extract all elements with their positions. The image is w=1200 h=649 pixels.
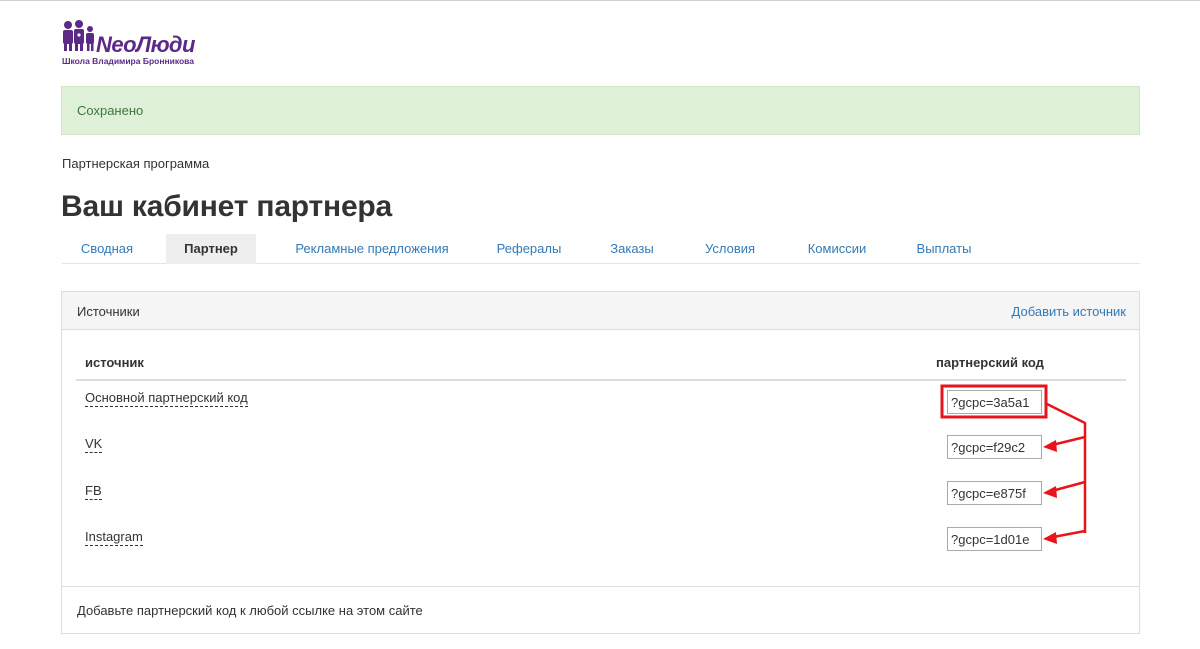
tab-ad-offers[interactable]: Рекламные предложения (272, 234, 472, 264)
tab-conditions[interactable]: Условия (690, 234, 770, 264)
partner-code-input-vk[interactable] (947, 435, 1042, 459)
table-header-divider (76, 379, 1126, 381)
source-link-vk[interactable]: VK (85, 436, 103, 453)
tab-summary[interactable]: Сводная (62, 234, 152, 264)
tab-bar: Сводная Партнер Рекламные предложения Ре… (62, 234, 1140, 264)
tab-orders[interactable]: Заказы (592, 234, 672, 264)
source-link-fb[interactable]: FB (85, 483, 102, 500)
top-border (0, 0, 1200, 1)
tab-payouts[interactable]: Выплаты (902, 234, 986, 264)
partner-code-input-main[interactable] (947, 390, 1042, 414)
breadcrumb[interactable]: Партнерская программа (62, 156, 209, 171)
column-header-source: источник (85, 355, 144, 370)
tab-referrals[interactable]: Рефералы (484, 234, 574, 264)
panel-footer-text: Добавьте партнерский код к любой ссылке … (77, 603, 423, 618)
page-title: Ваш кабинет партнера (61, 190, 393, 223)
panel-header: Источники Добавить источник (62, 292, 1139, 330)
tab-partner[interactable]: Партнер (166, 234, 256, 264)
panel-footer-divider (62, 586, 1139, 587)
success-alert: Сохранено (61, 86, 1140, 135)
partner-code-input-fb[interactable] (947, 481, 1042, 505)
sources-panel: Источники Добавить источник (61, 291, 1140, 634)
tab-commissions[interactable]: Комиссии (792, 234, 882, 264)
logo-name: NeoЛюди (96, 32, 195, 57)
column-header-code: партнерский код (936, 355, 1044, 370)
logo-subtitle: Школа Владимира Бронникова (62, 56, 194, 66)
logo[interactable]: NeoЛюди Школа Владимира Бронникова (62, 18, 212, 70)
alert-text: Сохранено (77, 103, 144, 118)
source-link-main[interactable]: Основной партнерский код (85, 390, 248, 407)
add-source-link[interactable]: Добавить источник (1012, 304, 1126, 319)
panel-title: Источники (77, 304, 140, 319)
logo-people-icon (63, 20, 94, 51)
partner-code-input-instagram[interactable] (947, 527, 1042, 551)
source-link-instagram[interactable]: Instagram (85, 529, 143, 546)
